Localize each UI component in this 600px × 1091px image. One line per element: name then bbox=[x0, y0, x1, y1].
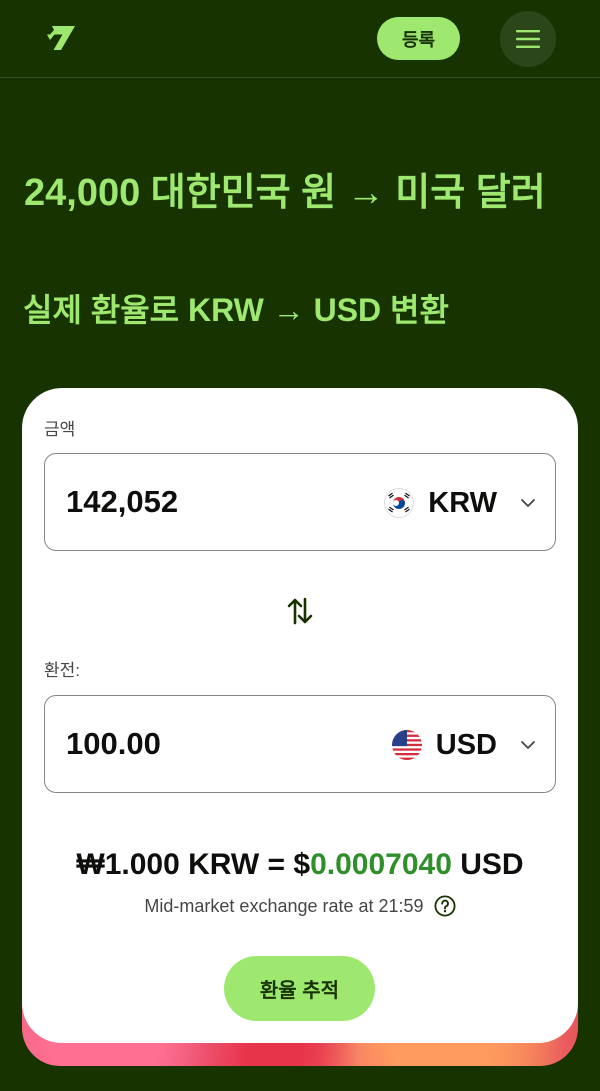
chevron-down-icon bbox=[521, 741, 535, 749]
swap-currencies-button[interactable] bbox=[284, 594, 316, 628]
swap-arrows-icon bbox=[287, 597, 313, 625]
rate-note-text: Mid-market exchange rate at 21:59 bbox=[144, 895, 424, 916]
rate-note: Mid-market exchange rate at 21:59 bbox=[22, 895, 578, 917]
converter-card: 금액 KRW bbox=[22, 388, 578, 1043]
to-currency-select[interactable]: USD bbox=[391, 724, 537, 766]
converted-label: 환전: bbox=[44, 661, 81, 680]
rate-suffix: USD bbox=[451, 848, 524, 881]
rate-value: 0.0007040 bbox=[310, 848, 452, 881]
page-title: 24,000 대한민국 원 → 미국 달러 bbox=[24, 172, 546, 214]
amount-field[interactable]: KRW bbox=[44, 453, 556, 551]
menu-button[interactable] bbox=[500, 11, 556, 67]
top-nav: 등록 bbox=[0, 0, 600, 78]
track-rate-button[interactable]: 환율 추적 bbox=[224, 956, 375, 1021]
chevron-down-icon bbox=[521, 499, 535, 507]
rate-prefix: ₩1.000 KRW = $ bbox=[76, 848, 311, 881]
usa-flag-icon bbox=[391, 730, 422, 760]
exchange-rate: ₩1.000 KRW = $0.0007040 USD bbox=[22, 848, 578, 882]
from-currency-code: KRW bbox=[428, 486, 497, 519]
help-circle-icon[interactable] bbox=[434, 895, 456, 917]
register-button[interactable]: 등록 bbox=[377, 17, 460, 60]
hamburger-menu-icon bbox=[516, 30, 540, 48]
converted-field[interactable]: USD bbox=[44, 695, 556, 793]
amount-input[interactable] bbox=[66, 482, 326, 522]
south-korea-flag-icon bbox=[384, 488, 415, 518]
amount-label: 금액 bbox=[44, 420, 76, 439]
page-subtitle: 실제 환율로 KRW → USD 변환 bbox=[23, 292, 449, 328]
converted-input[interactable] bbox=[66, 724, 326, 764]
wise-logo-icon[interactable] bbox=[45, 23, 77, 53]
from-currency-select[interactable]: KRW bbox=[384, 482, 537, 524]
to-currency-code: USD bbox=[435, 728, 497, 761]
